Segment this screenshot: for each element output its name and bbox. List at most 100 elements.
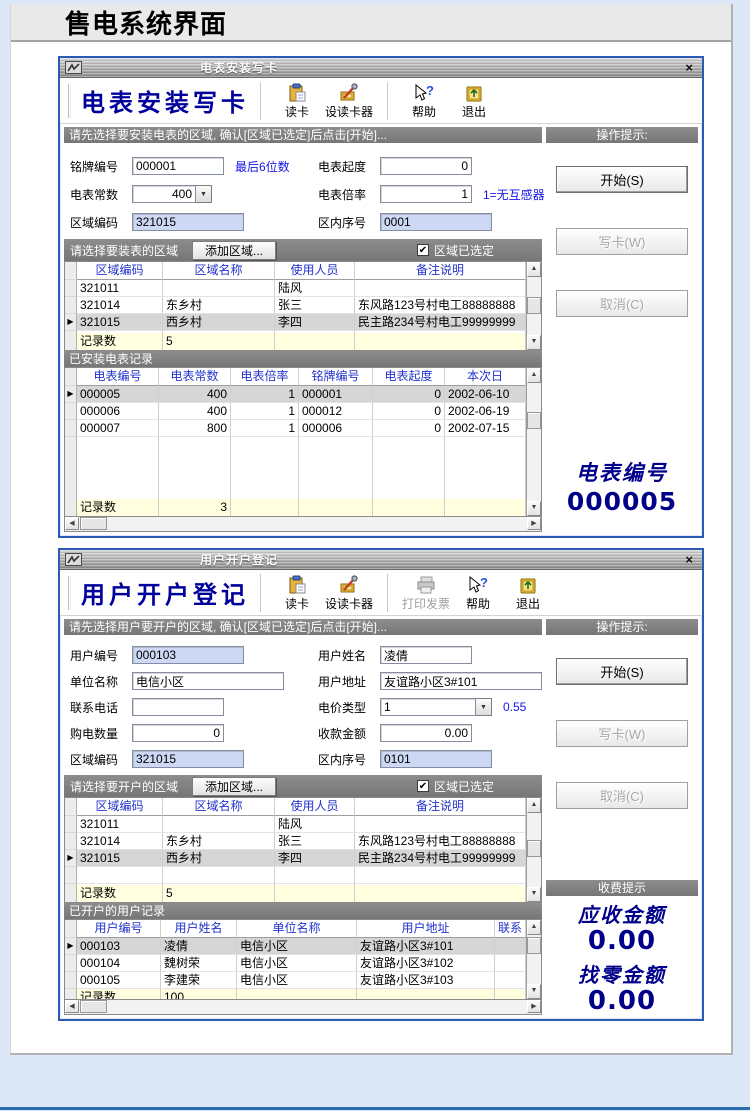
row-marker bbox=[65, 833, 77, 850]
start-reading-input[interactable] bbox=[380, 157, 472, 175]
scroll-up-icon[interactable]: ▲ bbox=[527, 920, 541, 935]
gutter-cell bbox=[65, 368, 77, 386]
column-header: 使用人员 bbox=[275, 262, 355, 280]
help-button[interactable]: ? 帮助 bbox=[453, 574, 503, 612]
scroll-up-icon[interactable]: ▲ bbox=[527, 368, 541, 383]
set-reader-button[interactable]: 设读卡器 bbox=[322, 574, 376, 612]
fee-bar: 收费提示 bbox=[546, 880, 698, 896]
constant-select[interactable] bbox=[132, 185, 196, 203]
amount-input[interactable] bbox=[380, 724, 472, 742]
exit-button[interactable]: 退出 bbox=[449, 82, 499, 120]
dropdown-arrow-icon[interactable]: ▼ bbox=[196, 185, 212, 203]
scroll-up-icon[interactable]: ▲ bbox=[527, 262, 541, 277]
table-row[interactable]: ▶321015西乡村李四民主路234号村电工99999999 bbox=[65, 314, 526, 331]
user-table: 用户编号用户姓名单位名称用户地址联系▶000103凌倩电信小区友谊路小区3#10… bbox=[65, 920, 526, 999]
set-reader-button[interactable]: 设读卡器 bbox=[322, 82, 376, 120]
vertical-scrollbar[interactable]: ▲ ▼ bbox=[526, 798, 541, 902]
record-count-label: 记录数 bbox=[77, 885, 163, 902]
read-card-button[interactable]: 读卡 bbox=[272, 82, 322, 120]
start-button[interactable]: 开始(S) bbox=[556, 166, 688, 193]
user-name-input[interactable] bbox=[380, 646, 472, 664]
table-row[interactable] bbox=[65, 867, 526, 884]
table-row[interactable]: 000007800100000602002-07-15 bbox=[65, 420, 526, 437]
add-area-button[interactable]: 添加区域... bbox=[192, 777, 276, 796]
cancel-button[interactable]: 取消(C) bbox=[556, 782, 688, 809]
record-count-value: 100 bbox=[161, 989, 237, 999]
address-input[interactable] bbox=[380, 672, 542, 690]
scroll-right-icon[interactable]: ▶ bbox=[527, 1000, 541, 1013]
table-cell bbox=[231, 437, 299, 499]
table-cell: 000105 bbox=[77, 972, 161, 989]
dropdown-arrow-icon[interactable]: ▼ bbox=[476, 698, 492, 716]
vertical-scrollbar[interactable]: ▲ ▼ bbox=[526, 368, 541, 516]
help-label: 帮助 bbox=[412, 103, 436, 120]
scroll-thumb[interactable] bbox=[527, 937, 541, 954]
serial-input[interactable] bbox=[380, 750, 492, 768]
table-row[interactable]: 321014东乡村张三东风路123号村电工88888888 bbox=[65, 297, 526, 314]
area-code-input[interactable] bbox=[132, 750, 244, 768]
table-row[interactable]: 321011陆风 bbox=[65, 280, 526, 297]
table-row[interactable]: 321014东乡村张三东风路123号村电工88888888 bbox=[65, 833, 526, 850]
scroll-up-icon[interactable]: ▲ bbox=[527, 798, 541, 813]
add-area-button[interactable]: 添加区域... bbox=[192, 241, 276, 260]
quantity-input[interactable] bbox=[132, 724, 224, 742]
scroll-down-icon[interactable]: ▼ bbox=[527, 501, 541, 516]
table-cell bbox=[237, 989, 357, 999]
cancel-button[interactable]: 取消(C) bbox=[556, 290, 688, 317]
vertical-scrollbar[interactable]: ▲ ▼ bbox=[526, 920, 541, 999]
close-icon[interactable]: × bbox=[685, 61, 693, 74]
scroll-down-icon[interactable]: ▼ bbox=[527, 335, 541, 350]
table-row[interactable]: ▶321015西乡村李四民主路234号村电工99999999 bbox=[65, 850, 526, 867]
area-selected-checkbox[interactable]: ✔ bbox=[417, 244, 429, 256]
titlebar[interactable]: 用户开户登记 × bbox=[60, 550, 702, 570]
unit-name-input[interactable] bbox=[132, 672, 284, 690]
gutter-cell bbox=[65, 885, 77, 902]
close-icon[interactable]: × bbox=[685, 553, 693, 566]
table-row[interactable]: ▶000005400100000102002-06-10 bbox=[65, 386, 526, 403]
price-type-select[interactable] bbox=[380, 698, 476, 716]
scroll-left-icon[interactable]: ◀ bbox=[65, 1000, 79, 1013]
table-cell: 2002-07-15 bbox=[445, 420, 526, 437]
table-row[interactable]: 321011陆风 bbox=[65, 816, 526, 833]
write-card-button[interactable]: 写卡(W) bbox=[556, 720, 688, 747]
scroll-down-icon[interactable]: ▼ bbox=[527, 984, 541, 999]
scroll-thumb[interactable] bbox=[80, 517, 107, 530]
serial-input[interactable] bbox=[380, 213, 492, 231]
table-row[interactable]: ▶000103凌倩电信小区友谊路小区3#101 bbox=[65, 938, 526, 955]
help-button[interactable]: ? 帮助 bbox=[399, 82, 449, 120]
scroll-down-icon[interactable]: ▼ bbox=[527, 887, 541, 902]
read-card-button[interactable]: 读卡 bbox=[272, 574, 322, 612]
titlebar[interactable]: 电表安装写卡 × bbox=[60, 58, 702, 78]
column-header: 区域编码 bbox=[77, 262, 163, 280]
nameplate-input[interactable] bbox=[132, 157, 224, 175]
app-heading: 用户开户登记 bbox=[81, 575, 249, 610]
exit-button[interactable]: 退出 bbox=[503, 574, 553, 612]
scroll-right-icon[interactable]: ▶ bbox=[527, 517, 541, 530]
toolbar: 电表安装写卡 读卡 设读卡器 ? 帮助 bbox=[60, 78, 702, 124]
vertical-scrollbar[interactable]: ▲ ▼ bbox=[526, 262, 541, 350]
horizontal-scrollbar[interactable]: ◀ ▶ bbox=[64, 517, 542, 532]
area-selected-label: 区域已选定 bbox=[434, 778, 494, 795]
print-invoice-button[interactable]: 打印发票 bbox=[399, 574, 453, 612]
table-cell: 321014 bbox=[77, 833, 163, 850]
scroll-thumb[interactable] bbox=[527, 297, 541, 314]
table-row[interactable]: 000006400100001202002-06-19 bbox=[65, 403, 526, 420]
ratio-input[interactable] bbox=[380, 185, 472, 203]
scroll-thumb[interactable] bbox=[527, 412, 541, 429]
table-cell: 凌倩 bbox=[161, 938, 237, 955]
scroll-thumb[interactable] bbox=[527, 840, 541, 857]
table-row[interactable]: 000105李建荣电信小区友谊路小区3#103 bbox=[65, 972, 526, 989]
write-card-button[interactable]: 写卡(W) bbox=[556, 228, 688, 255]
table-cell: 李四 bbox=[275, 850, 355, 867]
start-button[interactable]: 开始(S) bbox=[556, 658, 688, 685]
user-no-input[interactable] bbox=[132, 646, 244, 664]
table-row[interactable]: 000104魏树荣电信小区友谊路小区3#102 bbox=[65, 955, 526, 972]
phone-input[interactable] bbox=[132, 698, 224, 716]
page-title: 售电系统界面 bbox=[65, 4, 227, 41]
area-code-input[interactable] bbox=[132, 213, 244, 231]
scroll-left-icon[interactable]: ◀ bbox=[65, 517, 79, 530]
horizontal-scrollbar[interactable]: ◀ ▶ bbox=[64, 1000, 542, 1015]
scroll-thumb[interactable] bbox=[80, 1000, 107, 1013]
area-selected-checkbox[interactable]: ✔ bbox=[417, 780, 429, 792]
table-cell bbox=[495, 955, 526, 972]
